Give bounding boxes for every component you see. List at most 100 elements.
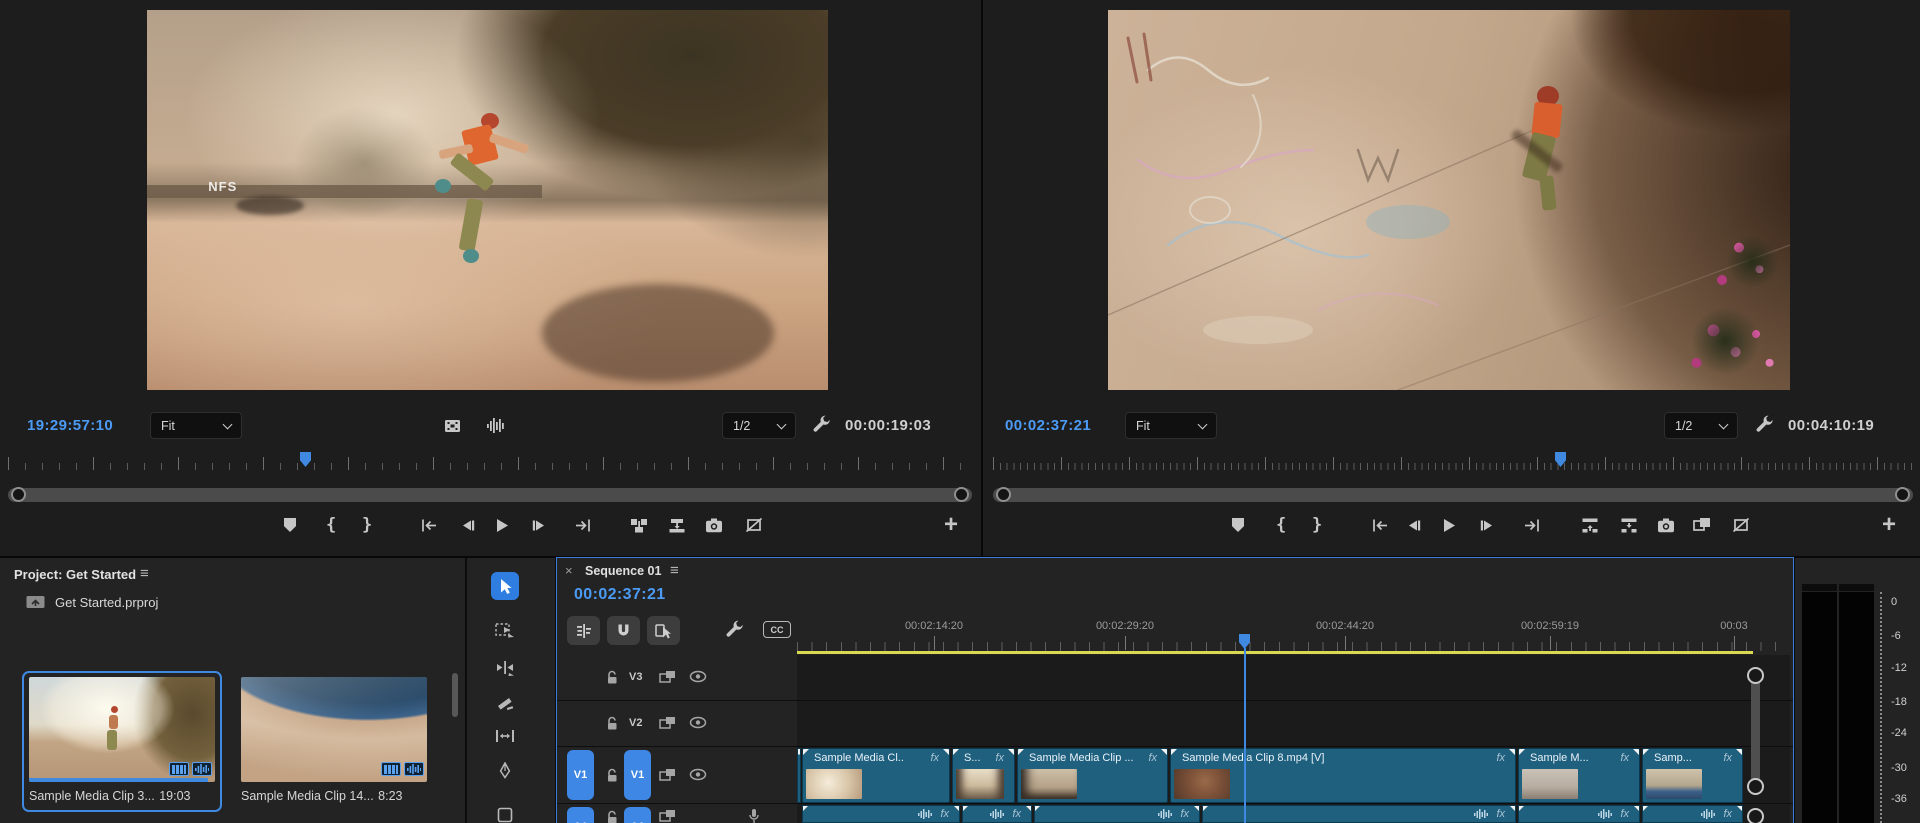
thumbnail-progress-bar[interactable] [29,778,208,782]
audio-scrollbar-handle[interactable] [1747,808,1764,823]
track-content-area[interactable] [797,655,1790,700]
button-editor-plus[interactable]: + [944,507,958,543]
snap-toggle-button[interactable] [607,616,640,645]
timeline-clip[interactable]: Sample Media Cl.. fx [802,748,950,803]
timeline-audio-clip[interactable]: fx [1518,805,1640,823]
add-marker-button[interactable] [284,507,296,543]
timeline-audio-clip[interactable]: fx [962,805,1032,823]
source-zoom-scrollbar[interactable] [8,488,972,502]
project-clip-card[interactable]: Sample Media Clip 3... 19:03 [22,671,222,812]
timeline-clip-sliver[interactable] [797,748,801,803]
selection-tool[interactable] [491,572,519,600]
source-settings-wrench-icon[interactable] [812,415,831,439]
extract-button[interactable] [1620,507,1638,543]
track-content-area[interactable] [797,701,1790,746]
timeline-audio-clip[interactable]: fx [1642,805,1743,823]
timeline-clip[interactable]: Sample Media Clip ... fx [1017,748,1168,803]
program-zoom-scrollbar[interactable] [993,488,1913,502]
eye-icon[interactable] [689,670,707,688]
sync-lock-icon[interactable] [659,809,676,823]
track-target-v1[interactable]: V1 [624,750,651,800]
zoom-handle-left[interactable] [996,487,1011,502]
clip-thumbnail[interactable] [241,677,427,782]
linked-selection-button[interactable] [647,616,680,645]
timeline-clip[interactable]: Samp... fx [1642,748,1743,803]
source-ruler[interactable] [8,448,974,470]
button-editor-plus[interactable]: + [1882,507,1896,543]
nest-toggle-button[interactable] [567,616,600,645]
program-settings-wrench-icon[interactable] [1755,415,1774,439]
clip-thumbnail[interactable] [29,677,215,782]
scrollbar-handle-bottom[interactable] [1747,778,1764,795]
razor-tool[interactable] [491,690,519,718]
zoom-handle-right[interactable] [954,487,969,502]
lock-icon[interactable] [605,810,619,823]
panel-menu-icon[interactable]: ≡ [140,565,149,582]
timeline-playhead-line[interactable] [1244,648,1246,823]
timeline-audio-clip[interactable]: fx [1202,805,1516,823]
lock-icon[interactable] [605,670,619,690]
project-scrollbar[interactable] [452,673,458,717]
source-timecode[interactable]: 19:29:57:10 [27,417,113,434]
timeline-vertical-scrollbar[interactable] [1751,675,1760,787]
program-timecode[interactable]: 00:02:37:21 [1005,417,1091,434]
timeline-audio-clip[interactable]: fx [1034,805,1200,823]
slip-tool[interactable] [491,722,519,750]
step-back-button[interactable] [1407,507,1422,543]
lock-icon[interactable] [605,768,619,788]
add-marker-button[interactable] [1232,507,1244,543]
mark-out-button[interactable]: } [1312,507,1322,543]
source-video-preview[interactable]: NFS [147,10,828,390]
program-ruler[interactable] [993,448,1915,470]
rectangle-tool[interactable] [491,801,519,823]
timeline-audio-clip[interactable]: fx [802,805,960,823]
project-clip-card[interactable]: Sample Media Clip 14... 8:23 [234,671,434,812]
program-resolution-select[interactable]: 1/2 [1664,412,1738,439]
ripple-edit-tool[interactable] [491,654,519,682]
overwrite-button[interactable] [668,507,686,543]
track-select-forward-tool[interactable] [491,616,519,644]
clip-name[interactable]: Sample Media Clip 3... [29,789,155,803]
program-video-preview[interactable] [1108,10,1790,390]
go-to-in-button[interactable] [1371,507,1389,543]
microphone-icon[interactable] [747,808,761,823]
comparison-view-button[interactable] [1693,507,1712,543]
eye-icon[interactable] [689,768,707,786]
mark-in-button[interactable]: { [1276,507,1286,543]
timeline-clip[interactable]: Sample M... fx [1518,748,1640,803]
clip-name[interactable]: Sample Media Clip 14... [241,789,374,803]
mark-in-button[interactable]: { [326,507,336,543]
lift-button[interactable] [1581,507,1599,543]
scrollbar-handle-top[interactable] [1747,667,1764,684]
sync-lock-icon[interactable] [659,768,676,787]
sync-lock-icon[interactable] [659,670,676,689]
timeline-clip[interactable]: Sample Media Clip 8.mp4 [V] fx [1170,748,1516,803]
go-to-out-button[interactable] [1523,507,1541,543]
captions-button[interactable]: CC [763,621,791,638]
sync-lock-icon[interactable] [659,716,676,735]
play-button[interactable] [496,507,509,543]
source-zoom-select[interactable]: Fit [150,412,242,439]
mark-out-button[interactable]: } [362,507,372,543]
lock-icon[interactable] [605,716,619,736]
project-file-name[interactable]: Get Started.prproj [55,595,158,610]
drag-audio-icon[interactable] [487,418,505,438]
multi-camera-toggle-icon[interactable] [1732,507,1750,543]
source-patch-a1[interactable]: A1 [567,807,594,823]
pen-tool[interactable] [491,756,519,784]
panel-menu-icon[interactable]: ≡ [670,562,679,579]
timeline-settings-wrench-icon[interactable] [725,620,744,644]
eye-icon[interactable] [689,716,707,734]
go-to-out-button[interactable] [574,507,592,543]
drag-video-icon[interactable] [444,419,461,438]
zoom-handle-left[interactable] [11,487,26,502]
step-forward-button[interactable] [1479,507,1494,543]
timeline-clip[interactable]: S... fx [952,748,1015,803]
source-resolution-select[interactable]: 1/2 [722,412,796,439]
step-back-button[interactable] [461,507,476,543]
export-frame-button[interactable] [705,507,723,543]
go-to-in-button[interactable] [420,507,438,543]
proxy-toggle-icon[interactable] [745,507,763,543]
work-area-bar[interactable] [797,651,1753,654]
sequence-tab[interactable]: Sequence 01 [585,564,661,578]
